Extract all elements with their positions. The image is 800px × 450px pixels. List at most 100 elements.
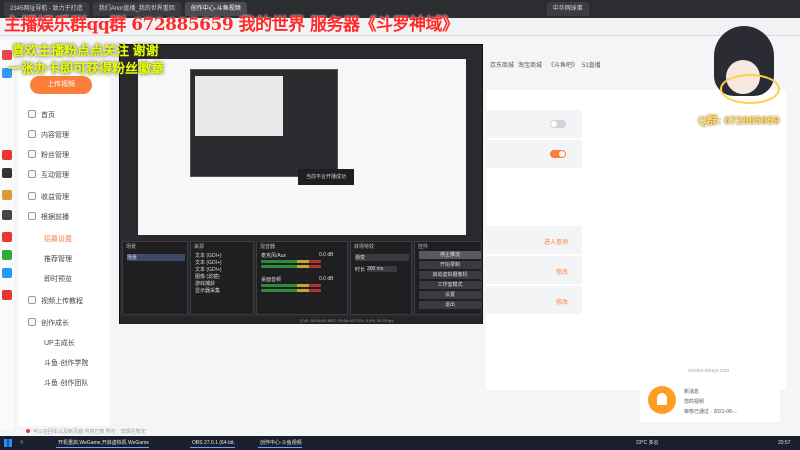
app-icon[interactable] <box>2 210 12 220</box>
taskbar-item[interactable]: 开机重启,WeGame,开启虚拟机 <box>56 438 127 448</box>
settings-button[interactable]: 设置 <box>419 291 481 299</box>
setting-toggle-off[interactable] <box>550 120 566 128</box>
source-item[interactable]: 文本 (GDI+) <box>195 266 222 273</box>
browser-tab[interactable]: 中华网球事 <box>546 2 589 16</box>
obs-mixer-dock: 混音器 麦克风/Aux 0.0 dB 桌面音频 0.0 dB <box>256 241 348 315</box>
studio-mode-button[interactable]: 工作室模式 <box>419 281 481 289</box>
sidebar-sub-academy[interactable]: 斗鱼·创作学院 <box>44 358 88 368</box>
scene-item[interactable]: 场景 <box>127 254 185 261</box>
bookmark-item[interactable]: 51直播 <box>582 60 601 69</box>
duration-input[interactable]: 300 ms <box>367 266 397 272</box>
taskbar-item[interactable]: WeGame <box>126 438 150 448</box>
controls-title: 控件 <box>418 244 429 250</box>
bookmark-item[interactable]: 淘宝商城 <box>518 60 542 69</box>
exit-button[interactable]: 退出 <box>419 301 481 309</box>
start-recording-button[interactable]: 开始录制 <box>419 261 481 269</box>
avatar-qq-tag: Q群: 672885659 <box>698 115 780 127</box>
notification-title: 新消息 <box>684 389 700 395</box>
app-icon[interactable] <box>2 268 12 278</box>
app-icon[interactable] <box>2 250 12 260</box>
sources-title: 来源 <box>194 244 205 250</box>
sidebar-item-growth[interactable]: 创作成长 <box>28 318 69 328</box>
source-item[interactable]: 显示器采集 <box>195 287 220 294</box>
bell-icon <box>648 386 676 414</box>
income-icon <box>28 192 36 200</box>
settings-row <box>486 110 582 138</box>
footer-domain: creator.douyu.com <box>688 368 730 374</box>
preview-nested-page <box>195 76 283 136</box>
app-icon[interactable] <box>2 168 12 178</box>
sidebar-sub-recruit[interactable]: 招募设置 <box>44 234 72 244</box>
home-icon <box>28 110 36 118</box>
search-icon[interactable]: ⚲ <box>18 438 24 448</box>
taskbar-item[interactable]: 创作中心-斗鱼视频 <box>258 438 302 448</box>
overlay-banner-follow: 喜欢主播粉点点关注 谢谢 <box>12 43 159 58</box>
source-item[interactable]: 文本 (GDI+) <box>195 252 222 259</box>
transition-select[interactable]: 渐变 <box>355 254 409 261</box>
sidebar-sub-team[interactable]: 斗鱼·创作团队 <box>44 378 88 388</box>
mixer-channel-db: 0.0 dB <box>319 252 334 258</box>
sidebar-item-income[interactable]: 收益管理 <box>28 192 69 202</box>
preview-overlay-text: 当前平台开播成功 <box>298 169 354 185</box>
windows-start-icon[interactable] <box>4 439 12 447</box>
sidebar-item-home[interactable]: 首页 <box>28 110 55 120</box>
audio-meter <box>261 265 321 268</box>
notification-line: 审核已通过 · 2021-08-... <box>684 409 738 415</box>
bookmark-item[interactable]: 《斗鱼吧》 <box>548 60 578 69</box>
settings-panel: 进入查询 修改 修改 <box>486 90 786 390</box>
mixer-channel-name: 麦克风/Aux <box>261 253 287 259</box>
obs-window: 当前平台开播成功 场景 场景 来源 文本 (GDI+) 文本 (GDI+) 文本… <box>119 44 483 324</box>
obs-preview: 当前平台开播成功 <box>138 59 466 235</box>
app-icon[interactable] <box>2 290 12 300</box>
bookmark-item[interactable]: 京东商城 <box>490 60 514 69</box>
app-icon[interactable] <box>2 232 12 242</box>
growth-icon <box>28 318 36 326</box>
source-item[interactable]: 图像 (滤镜) <box>195 273 220 280</box>
notification-line: 您的视频 <box>684 399 705 405</box>
app-icon-column <box>0 40 14 430</box>
fans-icon <box>28 150 36 158</box>
setting-toggle-on[interactable] <box>550 150 566 158</box>
obs-status-bar: LIVE: 00:00:00 REC: 00:00:00 CPU: 3.9%, … <box>120 317 482 324</box>
app-icon[interactable] <box>2 150 12 160</box>
mixer-channel-db: 0.0 dB <box>319 276 334 282</box>
sidebar-item-live[interactable]: 根据前播 <box>28 212 69 222</box>
notification-popup[interactable]: 新消息 您的视频 审核已通过 · 2021-08-... <box>640 380 780 422</box>
settings-row <box>486 140 582 168</box>
avatar-ring <box>720 74 780 104</box>
virtual-camera-button[interactable]: 启动虚拟摄像机 <box>419 271 481 279</box>
sidebar-sub-preview[interactable]: 即时预览 <box>44 274 72 284</box>
sidebar-item-interact[interactable]: 互动管理 <box>28 170 69 180</box>
streamer-avatar-overlay: Q群: 672885659 <box>688 18 792 130</box>
modify-link[interactable]: 修改 <box>556 297 568 306</box>
sidebar-item-content[interactable]: 内容管理 <box>28 130 69 140</box>
app-icon[interactable] <box>2 190 12 200</box>
sidebar-sub-growth[interactable]: UP主成长 <box>44 338 75 348</box>
modify-link[interactable]: 修改 <box>556 267 568 276</box>
sidebar-item-tutorial[interactable]: 视频上传教程 <box>28 296 83 306</box>
preview-nested-window <box>190 69 338 177</box>
sidebar-sub-recommend[interactable]: 推荐管理 <box>44 254 72 264</box>
scenes-title: 场景 <box>126 244 137 250</box>
audio-meter <box>261 260 321 263</box>
weather-widget[interactable]: 23°C 多云 <box>636 438 659 448</box>
bottom-status-line: 可以在回车以及新页面 内容已复 所在：您现在暂无 <box>26 428 146 435</box>
mixer-channel-name: 桌面音频 <box>261 277 282 283</box>
obs-transitions-dock: 转场特效 渐变 时长 300 ms <box>350 241 412 315</box>
query-link[interactable]: 进入查询 <box>544 237 568 246</box>
taskbar-item[interactable]: OBS 27.0.1 (64-bit, <box>190 438 235 448</box>
source-item[interactable]: 游戏捕获 <box>195 280 215 287</box>
alert-dot-icon <box>26 429 30 433</box>
mixer-title: 混音器 <box>260 244 276 250</box>
content-icon <box>28 130 36 138</box>
audio-meter <box>261 284 321 287</box>
sidebar-item-fans[interactable]: 粉丝管理 <box>28 150 69 160</box>
upload-video-button[interactable]: 上传视频 <box>30 76 92 94</box>
clock[interactable]: 20:57 <box>778 438 791 448</box>
windows-taskbar: ⚲ 开机重启,WeGame,开启虚拟机 WeGame OBS 27.0.1 (6… <box>0 436 800 450</box>
duration-label: 时长 <box>355 267 366 273</box>
creator-sidebar: 上传视频 首页 内容管理 粉丝管理 互动管理 收益管理 根据前播 招募设置 推荐… <box>18 66 110 426</box>
overlay-banner-badge: 一张办卡即可获得粉丝徽章 <box>8 61 165 76</box>
stop-stream-button[interactable]: 停止推流 <box>419 251 481 259</box>
source-item[interactable]: 文本 (GDI+) <box>195 259 222 266</box>
